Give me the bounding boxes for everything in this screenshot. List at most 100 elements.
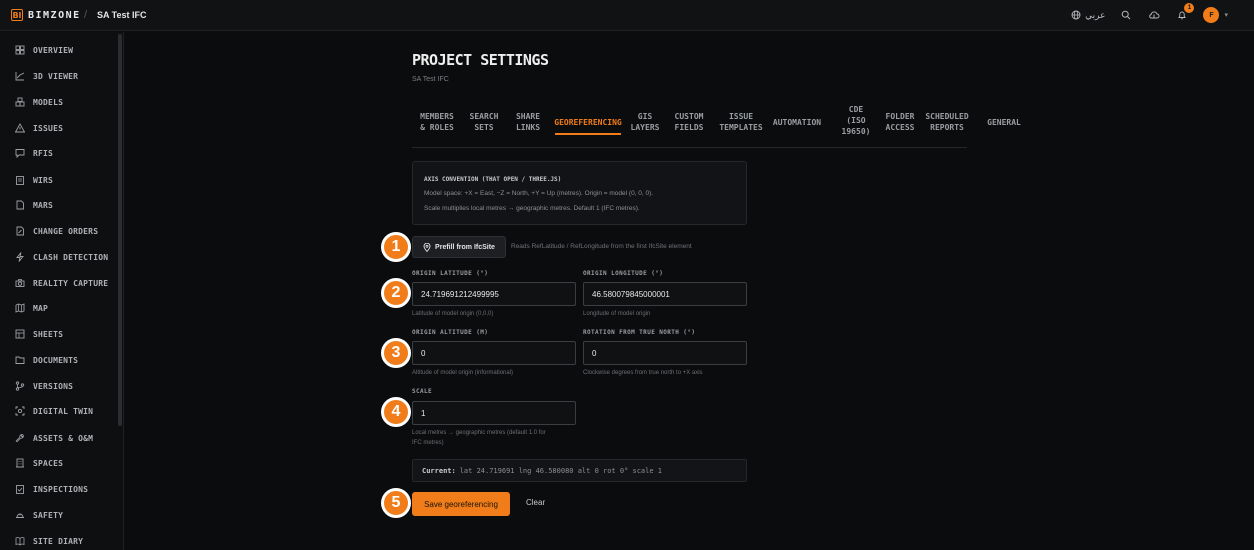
search-icon[interactable] bbox=[1119, 8, 1133, 22]
tab-scheduled-reports[interactable]: SCHEDULED REPORTS bbox=[923, 111, 971, 133]
origin-altitude-hint: Altitude of model origin (informational) bbox=[412, 370, 514, 376]
sidebar-item-label: WIRS bbox=[33, 175, 54, 185]
prefill-label: Prefill from IfcSite bbox=[435, 243, 495, 251]
origin-longitude-label: ORIGIN LONGITUDE (°) bbox=[583, 270, 664, 277]
clear-button[interactable]: Clear bbox=[526, 498, 545, 507]
sidebar-item-map[interactable]: MAP bbox=[15, 301, 48, 315]
breadcrumb-separator: / bbox=[84, 9, 88, 21]
sidebar-item-spaces[interactable]: SPACES bbox=[15, 456, 63, 470]
sidebar-item-issues[interactable]: ISSUES bbox=[15, 121, 63, 135]
top-bar: BI BIMZONE / SA Test IFC عربي 1 F ▾ bbox=[0, 0, 1254, 31]
axes-icon bbox=[15, 72, 25, 81]
tab-general[interactable]: GENERAL bbox=[977, 117, 1031, 128]
camera-icon bbox=[15, 279, 25, 287]
sidebar-item-wirs[interactable]: WIRS bbox=[15, 173, 53, 187]
sidebar-item-label: INSPECTIONS bbox=[33, 484, 89, 494]
tab-georeferencing[interactable]: GEOREFERENCING bbox=[553, 117, 623, 128]
sidebar-item-change-orders[interactable]: CHANGE ORDERS bbox=[15, 224, 98, 238]
tab-automation[interactable]: AUTOMATION bbox=[771, 117, 823, 128]
avatar[interactable]: F bbox=[1203, 7, 1220, 23]
chevron-down-icon[interactable]: ▾ bbox=[1224, 11, 1228, 19]
sidebar-item-3d-viewer[interactable]: 3D VIEWER bbox=[15, 69, 78, 83]
tab-custom-fields[interactable]: CUSTOM FIELDS bbox=[667, 111, 711, 133]
logo-mark: BI bbox=[11, 9, 23, 21]
origin-altitude-label: ORIGIN ALTITUDE (M) bbox=[412, 329, 489, 336]
tab-folder-access[interactable]: FOLDER ACCESS bbox=[880, 111, 920, 133]
page-subtitle: SA Test IFC bbox=[412, 76, 449, 83]
sidebar-item-label: CLASH DETECTION bbox=[33, 252, 109, 262]
sidebar-item-label: OVERVIEW bbox=[33, 45, 74, 55]
tab-gis-layers[interactable]: GIS LAYERS bbox=[628, 111, 662, 133]
prefill-ifcsite-button[interactable]: Prefill from IfcSite bbox=[412, 236, 506, 258]
tab-members-roles[interactable]: MEMBERS & ROLES bbox=[412, 111, 462, 133]
bolt-icon bbox=[16, 252, 24, 262]
document-icon bbox=[16, 200, 24, 210]
sidebar-item-overview[interactable]: OVERVIEW bbox=[15, 43, 73, 57]
scan-icon bbox=[15, 406, 25, 416]
wrench-icon bbox=[15, 434, 24, 443]
sidebar-item-rfis[interactable]: RFIS bbox=[15, 146, 53, 160]
building-icon bbox=[16, 458, 24, 468]
sidebar-item-label: ISSUES bbox=[33, 123, 64, 133]
language-switch[interactable]: عربي bbox=[1071, 10, 1105, 21]
tab-cde-iso-19650[interactable]: CDE (ISO 19650) bbox=[836, 104, 876, 137]
rotation-hint: Clockwise degrees from true north to +X … bbox=[583, 370, 703, 376]
sidebar-item-label: REALITY CAPTURE bbox=[33, 278, 109, 288]
rotation-input[interactable]: 0 bbox=[583, 341, 747, 365]
sidebar-item-assets-o-m[interactable]: ASSETS & O&M bbox=[15, 431, 93, 445]
book-icon bbox=[15, 537, 25, 546]
sidebar-item-digital-twin[interactable]: DIGITAL TWIN bbox=[15, 404, 93, 418]
sidebar-item-label: SITE DIARY bbox=[33, 536, 84, 546]
sidebar-item-inspections[interactable]: INSPECTIONS bbox=[15, 482, 88, 496]
pin-icon bbox=[423, 242, 431, 252]
message-icon bbox=[15, 149, 25, 158]
current-label: Current: bbox=[422, 466, 456, 475]
sidebar-scrollbar[interactable] bbox=[118, 34, 122, 426]
callout-marker: 4 bbox=[381, 397, 411, 427]
sidebar-item-label: DIGITAL TWIN bbox=[33, 406, 94, 416]
sidebar-item-label: 3D VIEWER bbox=[33, 71, 79, 81]
scale-label: SCALE bbox=[412, 388, 433, 395]
sidebar-item-site-diary[interactable]: SITE DIARY bbox=[15, 534, 83, 548]
folder-icon bbox=[15, 356, 25, 364]
app-logo[interactable]: BI BIMZONE bbox=[11, 9, 81, 21]
sidebar-item-label: CHANGE ORDERS bbox=[33, 226, 99, 236]
callout-marker: 3 bbox=[381, 338, 411, 368]
info-line-1: Model space: +X = East, −Z = North, +Y =… bbox=[424, 190, 654, 197]
bell-icon[interactable]: 1 bbox=[1175, 3, 1195, 22]
sidebar-item-label: SPACES bbox=[33, 458, 64, 468]
sidebar-item-label: MARS bbox=[33, 200, 54, 210]
info-title: AXIS CONVENTION (THAT OPEN / THREE.JS) bbox=[424, 176, 562, 183]
tab-share-links[interactable]: SHARE LINKS bbox=[508, 111, 548, 133]
tab-search-sets[interactable]: SEARCH SETS bbox=[464, 111, 504, 133]
axis-convention-panel: AXIS CONVENTION (THAT OPEN / THREE.JS) M… bbox=[412, 161, 747, 225]
sidebar-item-models[interactable]: MODELS bbox=[15, 95, 63, 109]
current-georef-readout: Current: lat 24.719691 lng 46.580080 alt… bbox=[412, 459, 747, 482]
sheets-icon bbox=[15, 329, 25, 339]
sidebar-item-clash-detection[interactable]: CLASH DETECTION bbox=[15, 250, 108, 264]
sidebar-item-documents[interactable]: DOCUMENTS bbox=[15, 353, 78, 367]
globe-icon bbox=[1071, 10, 1081, 20]
scale-input[interactable]: 1 bbox=[412, 401, 576, 425]
sidebar: OVERVIEW 3D VIEWER MODELS ISSUES RFIS WIRS MAR… bbox=[0, 32, 124, 550]
clipboard-icon bbox=[16, 176, 24, 185]
cloud-sync-icon[interactable] bbox=[1147, 8, 1161, 22]
sidebar-item-safety[interactable]: SAFETY bbox=[15, 508, 63, 522]
branch-icon bbox=[15, 381, 25, 391]
save-georeferencing-button[interactable]: Save georeferencing bbox=[412, 492, 510, 516]
origin-latitude-label: ORIGIN LATITUDE (°) bbox=[412, 270, 489, 277]
tab-issue-templates[interactable]: ISSUE TEMPLATES bbox=[715, 111, 767, 133]
sidebar-item-sheets[interactable]: SHEETS bbox=[15, 327, 63, 341]
origin-longitude-input[interactable]: 46.580079845000001 bbox=[583, 282, 747, 306]
sidebar-item-label: SHEETS bbox=[33, 329, 64, 339]
sidebar-item-mars[interactable]: MARS bbox=[15, 198, 53, 212]
origin-latitude-input[interactable]: 24.719691212499995 bbox=[412, 282, 576, 306]
breadcrumb-project[interactable]: SA Test IFC bbox=[97, 10, 147, 20]
sidebar-item-reality-capture[interactable]: REALITY CAPTURE bbox=[15, 276, 108, 290]
sidebar-item-versions[interactable]: VERSIONS bbox=[15, 379, 73, 393]
notification-badge: 1 bbox=[1184, 3, 1195, 13]
origin-altitude-input[interactable]: 0 bbox=[412, 341, 576, 365]
topbar-actions: عربي 1 F ▾ bbox=[1071, 3, 1228, 23]
scale-hint-line-1: Local metres → geographic metres (defaul… bbox=[412, 430, 546, 436]
current-value: lat 24.719691 lng 46.580080 alt 0 rot 0°… bbox=[459, 466, 663, 475]
